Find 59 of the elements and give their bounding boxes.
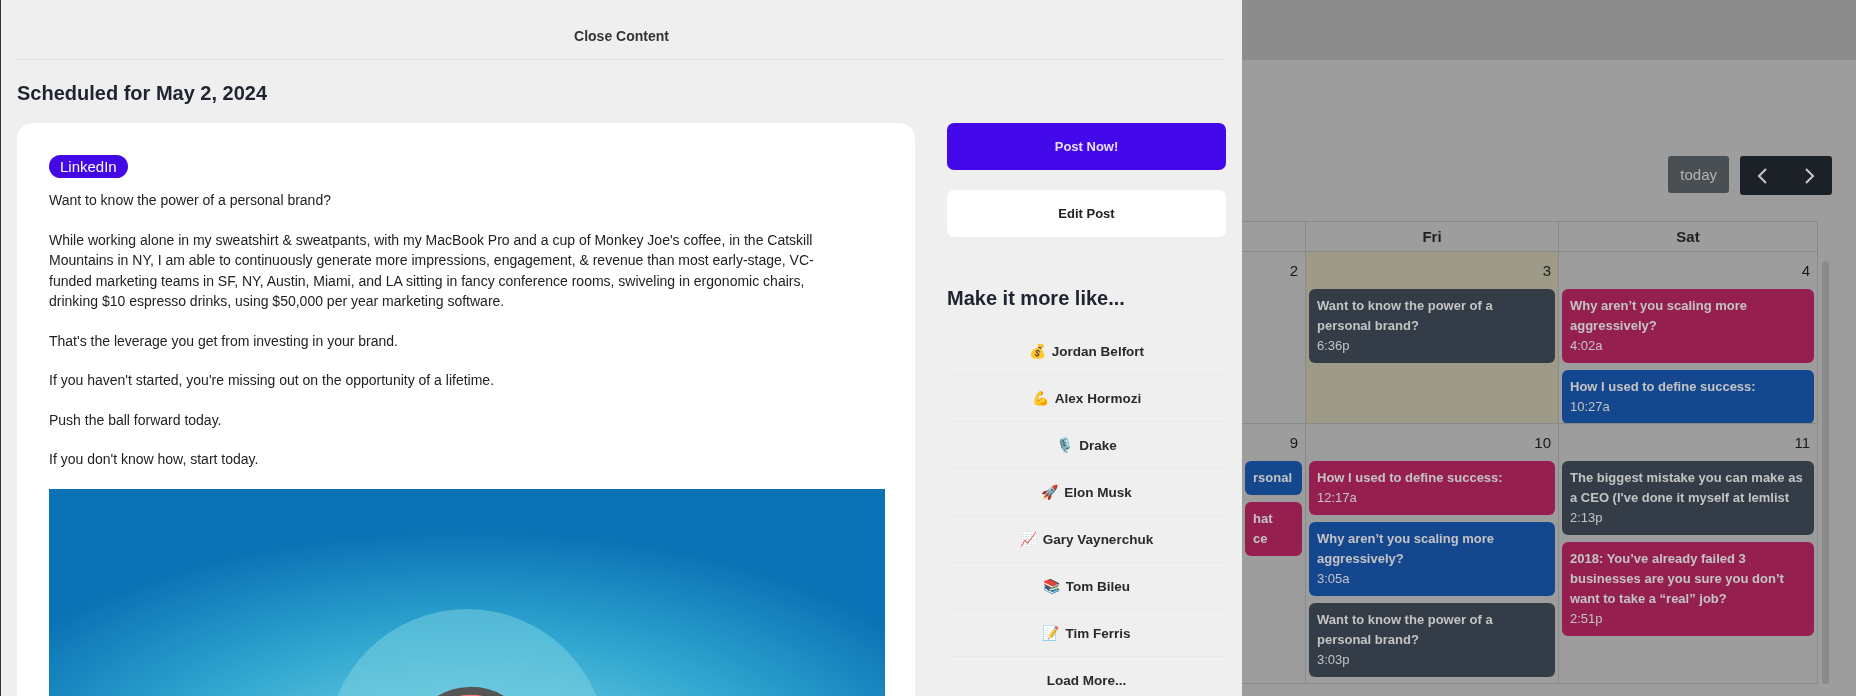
style-option[interactable]: 📝 Tim Ferris — [947, 610, 1226, 657]
calendar-event[interactable]: Why aren’t you scaling more aggressively? 3:05a — [1309, 522, 1555, 596]
event-time: 12:17a — [1317, 489, 1358, 507]
event-time: 2:51p — [1570, 610, 1604, 628]
event-title: rsonal — [1253, 469, 1293, 487]
platform-tag: LinkedIn — [49, 155, 128, 178]
style-option[interactable]: 💰 Jordan Belfort — [947, 328, 1226, 375]
event-title: How I used to define success: — [1570, 378, 1757, 396]
calendar-event[interactable]: 2018: You’ve already failed 3 businesses are you sure you don’t want to take a “real” job? 2:51p — [1562, 542, 1814, 636]
calendar-event[interactable]: How I used to define success: 10:27a — [1562, 370, 1814, 423]
calendar-event[interactable]: rsonal — [1245, 461, 1302, 495]
event-time: 3:05a — [1317, 570, 1351, 588]
post-paragraph: Push the ball forward today. — [49, 410, 223, 430]
event-title: How I used to define success: — [1317, 469, 1504, 487]
post-paragraph: If you haven't started, you're missing out on the opportunity of a lifetime. — [49, 371, 496, 390]
day-number: 2 — [1289, 261, 1299, 281]
post-paragraph: That's the leverage you get from investing in your brand. — [49, 331, 399, 351]
load-more-button[interactable]: Load More... — [947, 657, 1226, 696]
style-option[interactable]: 📚 Tom Bileu — [947, 563, 1226, 610]
event-title: Want to know the power of a personal brand? — [1317, 611, 1494, 649]
day-number: 11 — [1794, 433, 1811, 453]
close-button[interactable]: Close Content — [568, 27, 675, 45]
post-paragraph: While working alone in my sweatshirt & sweatpants, with my MacBook Pro and a cup of Monkey Joe's coffee, in the Catskill Mountains in NY, I am able to continuously generate more impressions, engagement, & revenue than most early-stage, VC-funded marketing teams in SF, NY, Austin, Miami, and LA sitting in fancy conference rooms, swiveling in ergonomic chairs, drinking $10 espresso drinks, using $50,000 per year marketing software. — [49, 230, 815, 311]
day-number: 4 — [1801, 261, 1811, 281]
event-time: 6:36p — [1317, 337, 1351, 355]
calendar-event[interactable]: How I used to define success: 12:17a — [1309, 461, 1555, 515]
event-time: 4:02a — [1570, 337, 1604, 355]
event-time: 3:03p — [1317, 651, 1351, 669]
event-title: 2018: You’ve already failed 3 businesses are you sure you don’t want to take a “real” job? — [1570, 550, 1785, 608]
style-option[interactable]: 📈 Gary Vaynerchuk — [947, 516, 1226, 563]
event-title: Why aren’t you scaling more aggressively? — [1317, 530, 1495, 568]
event-title: hat — [1253, 510, 1274, 528]
calendar-event[interactable]: Want to know the power of a personal brand? 3:03p — [1309, 603, 1555, 677]
calendar-event[interactable]: Why aren’t you scaling more aggressively? 4:02a — [1562, 289, 1814, 363]
event-time: 2:13p — [1570, 509, 1604, 527]
style-option[interactable]: 💪 Alex Hormozi — [947, 375, 1226, 422]
section-heading: Make it more like... — [947, 287, 1126, 310]
event-time: 10:27a — [1570, 398, 1611, 416]
event-title: ce — [1253, 530, 1269, 548]
style-option[interactable]: 🎙 Drake — [947, 422, 1226, 469]
event-title: The biggest mistake you can make as a CEO (I've done it myself at lemlist — [1570, 469, 1804, 507]
today-button[interactable]: today — [1668, 156, 1729, 193]
edit-post-button[interactable]: Edit Post — [947, 190, 1226, 237]
chevron-left-icon — [1756, 166, 1770, 185]
calendar-event[interactable]: Want to know the power of a personal brand? 6:36p — [1309, 289, 1555, 363]
post-paragraph: Want to know the power of a personal brand? — [49, 191, 332, 210]
event-title: Why aren’t you scaling more aggressively? — [1570, 297, 1748, 335]
day-number: 9 — [1289, 433, 1299, 453]
calendar-event[interactable]: hat ce — [1245, 502, 1302, 556]
post-now-button[interactable]: Post Now! — [947, 123, 1226, 170]
day-header: Sat — [1559, 222, 1818, 252]
post-paragraph: If you don't know how, start today. — [49, 450, 260, 469]
day-number: 3 — [1542, 261, 1552, 281]
day-number: 10 — [1534, 433, 1552, 453]
chevron-right-icon — [1802, 166, 1816, 185]
style-option[interactable]: 🚀 Elon Musk — [947, 469, 1226, 516]
page-title: Scheduled for May 2, 2024 — [17, 82, 269, 105]
event-title: Want to know the power of a personal brand? — [1317, 297, 1494, 335]
calendar-event[interactable]: The biggest mistake you can make as a CEO (I've done it myself at lemlist 2:13p — [1562, 461, 1814, 535]
